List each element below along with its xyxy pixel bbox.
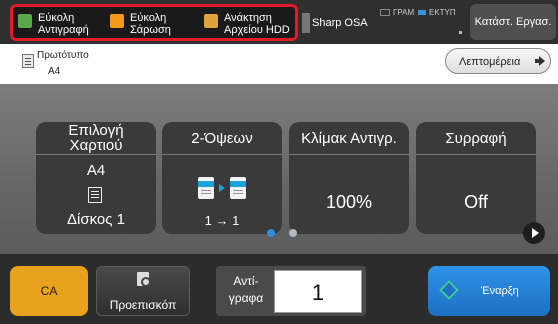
start-icon (439, 280, 459, 300)
tab-hdd-retrieve[interactable]: Ανάκτηση Αρχείου HDD (204, 8, 296, 38)
scan-icon (110, 14, 124, 28)
page-indicator-active[interactable] (267, 229, 275, 237)
paper-select-card[interactable]: Επιλογή Χαρτιού A4 Δίσκος 1 (36, 122, 156, 234)
copy-ratio-value: 100% (325, 192, 373, 212)
copy-ratio-card[interactable]: Κλίμακ Αντιγρ. 100% (289, 122, 409, 234)
page-indicator-inactive[interactable] (289, 229, 297, 237)
details-button-label: Λεπτομέρεια (459, 56, 521, 68)
original-title: Πρωτότυπο (37, 50, 89, 61)
original-document-icon (22, 54, 34, 68)
paper-tray-value: Δίσκος 1 (66, 211, 125, 228)
details-button[interactable]: Λεπτομέρεια (445, 48, 551, 74)
duplex-value: 1 → 1 (204, 213, 240, 228)
app-icon (302, 13, 310, 33)
arrow-right-icon (535, 56, 545, 66)
job-status-button[interactable]: Κατάστ. Εργασ. (470, 4, 556, 40)
next-page-button[interactable] (523, 222, 545, 244)
tab-easy-scan[interactable]: Εύκολη Σάρωση (110, 8, 190, 38)
duplex-title: 2-Όψεων (162, 122, 282, 155)
tab-sharp-osa[interactable]: Sharp OSA (302, 8, 368, 38)
paper-select-title: Επιλογή Χαρτιού (36, 122, 156, 155)
tab-easy-scan-label: Εύκολη Σάρωση (130, 12, 171, 36)
main-panel: Επιλογή Χαρτιού A4 Δίσκος 1 2-Όψεων 1 → … (0, 84, 558, 254)
preview-icon (137, 272, 151, 287)
tab-hdd-retrieve-label: Ανάκτηση Αρχείου HDD (224, 12, 290, 36)
start-button[interactable]: Έναρξη (428, 266, 550, 316)
preview-button[interactable]: Προεπισκόπ (96, 266, 190, 316)
tab-sharp-osa-label: Sharp OSA (312, 17, 368, 29)
staple-title: Συρραφή (416, 122, 536, 155)
status-dot (459, 31, 462, 34)
copy-icon (18, 14, 32, 28)
staple-card[interactable]: Συρραφή Off (416, 122, 536, 234)
folder-icon (204, 14, 218, 28)
duplex-icon (198, 177, 248, 201)
tab-easy-copy-label: Εύκολη Αντιγραφή (38, 12, 89, 36)
copies-label: Αντί- γραφα (228, 274, 264, 305)
copies-input[interactable]: 1 (274, 270, 362, 313)
status-mode-indicator: ΓΡΑΜ (380, 8, 414, 17)
start-button-label: Έναρξη (481, 285, 519, 297)
tray-icon (88, 187, 102, 203)
duplex-card[interactable]: 2-Όψεων 1 → 1 (162, 122, 282, 234)
tab-easy-copy[interactable]: Εύκολη Αντιγραφή (18, 8, 103, 38)
preview-button-label: Προεπισκόπ (109, 298, 177, 312)
staple-value: Off (464, 192, 488, 212)
status-print-indicator: ΕΚΤΥΠ (418, 8, 456, 17)
original-size: A4 (48, 66, 61, 77)
paper-size-value: A4 (86, 162, 106, 179)
copy-ratio-title: Κλίμακ Αντιγρ. (289, 122, 409, 155)
clear-all-button[interactable]: CA (10, 266, 88, 316)
